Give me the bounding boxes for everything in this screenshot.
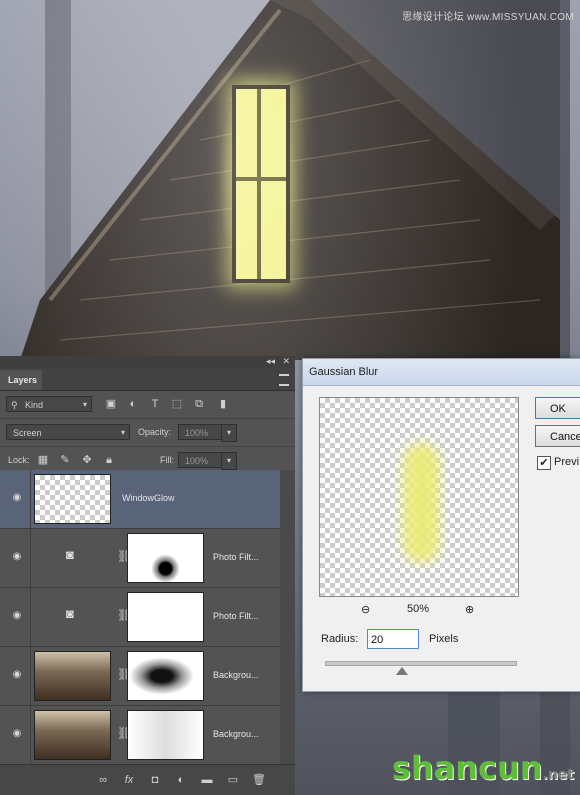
layer-name: Backgrou... xyxy=(213,670,259,680)
smart-object-filter-icon[interactable]: ⧉ xyxy=(192,397,206,411)
zoom-in-icon[interactable]: ⊕ xyxy=(465,603,474,616)
fill-label: Fill: xyxy=(160,455,174,465)
kind-filter-select[interactable]: ⚲ Kind ▾ xyxy=(6,396,92,412)
radius-label: Radius: xyxy=(321,633,359,645)
layer-mask-thumbnail[interactable] xyxy=(127,592,204,642)
layer-name: Photo Filt... xyxy=(213,611,259,621)
radius-slider[interactable] xyxy=(325,661,517,675)
radius-input[interactable]: 20 xyxy=(367,629,419,649)
shape-filter-icon[interactable]: ⬚ xyxy=(170,397,184,411)
layer-row[interactable]: ◉ ⛓ Backgrou... xyxy=(0,706,280,765)
watermark: 思缘设计论坛 www.MISSYUAN.COM xyxy=(402,12,574,23)
fx-icon[interactable]: fx xyxy=(122,773,136,787)
visibility-eye-icon[interactable]: ◉ xyxy=(10,552,24,562)
new-group-icon[interactable]: ▬ xyxy=(200,773,214,787)
panel-tabbar: Layers xyxy=(0,368,295,391)
layer-row[interactable]: ◉ ◙ ⛓ Photo Filt... xyxy=(0,529,280,588)
visibility-eye-icon[interactable]: ◉ xyxy=(10,670,24,680)
layer-row[interactable]: ◉ WindowGlow xyxy=(0,470,280,529)
image-filter-icon[interactable]: ▣ xyxy=(104,397,118,411)
close-icon[interactable]: ✕ xyxy=(282,356,290,367)
layer-mask-thumbnail[interactable] xyxy=(127,533,204,583)
unit-label: Pixels xyxy=(429,633,459,645)
layers-scrollbar[interactable] xyxy=(280,470,295,765)
layer-mask-thumbnail[interactable] xyxy=(127,651,204,701)
blurred-glow-preview xyxy=(403,443,439,563)
type-filter-icon[interactable]: T xyxy=(148,397,162,411)
panel-header: ◂◂ ✕ xyxy=(0,356,295,368)
layer-thumbnail xyxy=(34,651,111,701)
lock-transparent-icon[interactable]: ▦ xyxy=(36,453,50,467)
preview-label: Previ xyxy=(554,456,580,468)
zoom-controls: ⊖ 50% ⊕ xyxy=(361,603,481,621)
zoom-out-icon[interactable]: ⊖ xyxy=(361,603,370,616)
link-layers-icon[interactable]: ∞ xyxy=(96,773,110,787)
blur-preview[interactable] xyxy=(319,397,519,597)
adjustment-layer-icon[interactable]: ◐ xyxy=(174,773,188,787)
ok-button[interactable]: OK xyxy=(535,397,580,419)
layer-row[interactable]: ◉ ⛓ Backgrou... xyxy=(0,647,280,706)
slider-thumb[interactable] xyxy=(396,667,408,675)
layer-name: WindowGlow xyxy=(122,493,175,503)
add-mask-icon[interactable]: ◘ xyxy=(148,773,162,787)
filter-row: ⚲ Kind ▾ ▣ ◐ T ⬚ ⧉ ▮ xyxy=(0,391,295,419)
layer-name: Backgrou... xyxy=(213,729,259,739)
opacity-dropdown-icon: ▾ xyxy=(221,424,237,442)
opacity-label: Opacity: xyxy=(138,427,172,437)
cancel-button[interactable]: Cance xyxy=(535,425,580,447)
zoom-level: 50% xyxy=(407,603,430,615)
layer-thumbnail xyxy=(34,710,111,760)
fill-input[interactable]: 100% ▾ xyxy=(178,452,237,470)
collapse-icon[interactable]: ◂◂ xyxy=(266,356,275,367)
new-layer-icon[interactable]: ▭ xyxy=(226,773,240,787)
layer-name: Photo Filt... xyxy=(213,552,259,562)
blend-row: Screen ▾ Opacity: 100% ▾ xyxy=(0,419,295,447)
lock-all-icon[interactable]: 🔒︎ xyxy=(102,453,116,467)
visibility-eye-icon[interactable]: ◉ xyxy=(10,493,24,503)
lock-position-icon[interactable]: ✥ xyxy=(80,453,94,467)
layers-bottom-toolbar: ∞ fx ◘ ◐ ▬ ▭ 🗑︎ xyxy=(0,764,295,795)
visibility-eye-icon[interactable]: ◉ xyxy=(10,611,24,621)
filter-toggle-icon[interactable]: ▮ xyxy=(216,397,230,411)
dialog-title: Gaussian Blur xyxy=(303,359,580,386)
lock-label: Lock: xyxy=(8,455,30,465)
tab-layers[interactable]: Layers xyxy=(0,370,42,390)
blend-mode-select[interactable]: Screen ▾ xyxy=(6,424,130,440)
layer-mask-thumbnail[interactable] xyxy=(127,710,204,760)
photo-filter-adjustment-icon: ◙ xyxy=(66,606,74,621)
opacity-input[interactable]: 100% ▾ xyxy=(178,424,237,442)
layer-list: ◉ WindowGlow ◉ ◙ ⛓ Photo Filt... ◉ ◙ ⛓ P… xyxy=(0,470,280,765)
layers-panel: ◂◂ ✕ Layers ⚲ Kind ▾ ▣ ◐ T ⬚ ⧉ ▮ Screen ▾ … xyxy=(0,356,295,795)
layer-thumbnail xyxy=(34,474,111,524)
lock-pixels-icon[interactable]: ✎ xyxy=(58,453,72,467)
preview-checkbox[interactable]: ✔ xyxy=(537,456,551,470)
panel-menu-icon[interactable] xyxy=(279,374,289,386)
gaussian-blur-dialog: Gaussian Blur ⊖ 50% ⊕ Radius: 20 Pixels … xyxy=(302,358,580,692)
layer-row[interactable]: ◉ ◙ ⛓ Photo Filt... xyxy=(0,588,280,647)
site-logo: shancun.net xyxy=(391,749,574,787)
search-icon: ⚲ xyxy=(11,400,18,410)
fill-dropdown-icon: ▾ xyxy=(221,452,237,470)
visibility-eye-icon[interactable]: ◉ xyxy=(10,729,24,739)
photo-filter-adjustment-icon: ◙ xyxy=(66,547,74,562)
adjustment-filter-icon[interactable]: ◐ xyxy=(126,397,140,411)
delete-layer-icon[interactable]: 🗑︎ xyxy=(252,773,266,787)
